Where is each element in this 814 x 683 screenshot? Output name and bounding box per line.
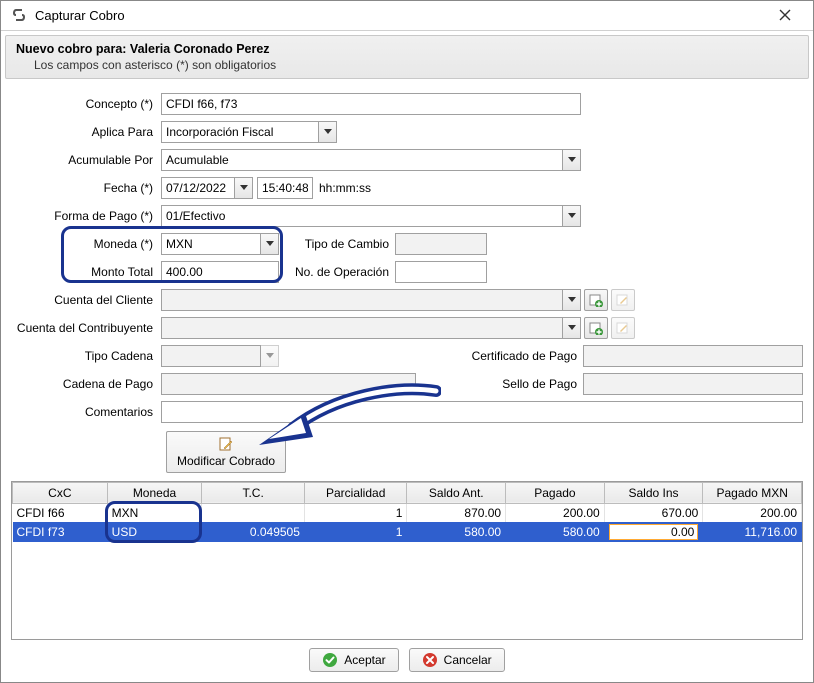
tipo-cambio-input	[395, 233, 487, 255]
tipo-cadena-value[interactable]	[161, 345, 261, 367]
col-moneda[interactable]: Moneda	[107, 482, 202, 503]
hora-input[interactable]	[257, 177, 313, 199]
col-saldo-ins[interactable]: Saldo Ins	[604, 482, 703, 503]
col-cxc[interactable]: CxC	[13, 482, 108, 503]
col-pagado-mxn[interactable]: Pagado MXN	[703, 482, 802, 503]
header-subtitle: Los campos con asterisco (*) son obligat…	[34, 58, 798, 72]
table-row[interactable]: CFDI f66MXN1870.00200.00670.00200.00	[13, 503, 802, 522]
label-aplica-para: Aplica Para	[11, 125, 161, 139]
forma-pago-value[interactable]	[161, 205, 563, 227]
hora-hint: hh:mm:ss	[319, 181, 371, 195]
label-comentarios: Comentarios	[11, 405, 161, 419]
check-icon	[322, 652, 338, 668]
modificar-cobrado-label: Modificar Cobrado	[177, 454, 275, 468]
label-moneda: Moneda (*)	[11, 237, 161, 251]
aplica-para-value[interactable]	[161, 121, 319, 143]
label-cadena-pago: Cadena de Pago	[11, 377, 161, 391]
edit-doc-icon	[218, 436, 234, 452]
label-sello-pago: Sello de Pago	[502, 377, 577, 391]
fecha-picker[interactable]	[161, 177, 253, 199]
tipo-cadena-combo[interactable]	[161, 345, 279, 367]
modificar-cobrado-button[interactable]: Modificar Cobrado	[166, 431, 286, 473]
cuenta-cliente-edit-button	[611, 289, 635, 311]
label-concepto: Concepto (*)	[11, 97, 161, 111]
cancel-button[interactable]: Cancelar	[409, 648, 505, 672]
moneda-dropdown[interactable]	[261, 233, 279, 255]
label-certificado-pago: Certificado de Pago	[472, 349, 577, 363]
col-tc[interactable]: T.C.	[202, 482, 305, 503]
cadena-pago-input	[161, 373, 416, 395]
label-tipo-cambio: Tipo de Cambio	[289, 237, 389, 251]
no-operacion-input[interactable]	[395, 261, 487, 283]
col-pagado[interactable]: Pagado	[506, 482, 605, 503]
cuenta-cliente-add-button[interactable]	[584, 289, 608, 311]
cuenta-cliente-dropdown[interactable]	[563, 289, 581, 311]
aplica-para-combo[interactable]	[161, 121, 337, 143]
label-cuenta-cliente: Cuenta del Cliente	[11, 293, 161, 307]
acumulable-por-combo[interactable]	[161, 149, 581, 171]
label-forma-pago: Forma de Pago (*)	[11, 209, 161, 223]
accept-label: Aceptar	[344, 653, 385, 667]
acumulable-por-value[interactable]	[161, 149, 563, 171]
comentarios-input[interactable]	[161, 401, 803, 423]
acumulable-por-dropdown[interactable]	[563, 149, 581, 171]
fecha-dropdown[interactable]	[235, 177, 253, 199]
cuenta-cliente-value[interactable]	[161, 289, 563, 311]
label-tipo-cadena: Tipo Cadena	[11, 349, 161, 363]
table-header-row: CxC Moneda T.C. Parcialidad Saldo Ant. P…	[13, 482, 802, 503]
cuenta-contribuyente-value[interactable]	[161, 317, 563, 339]
header-panel: Nuevo cobro para: Valeria Coronado Perez…	[5, 35, 809, 79]
label-monto-total: Monto Total	[11, 265, 161, 279]
concepto-input[interactable]	[161, 93, 581, 115]
monto-total-input[interactable]	[161, 261, 279, 283]
cancel-label: Cancelar	[444, 653, 492, 667]
cuenta-contribuyente-dropdown[interactable]	[563, 317, 581, 339]
moneda-value[interactable]	[161, 233, 261, 255]
cuenta-cliente-combo[interactable]	[161, 289, 581, 311]
form-area: Concepto (*) Aplica Para Acumulable Por …	[1, 83, 813, 481]
app-icon	[11, 7, 27, 23]
header-title-prefix: Nuevo cobro para:	[16, 42, 130, 56]
col-parcialidad[interactable]: Parcialidad	[304, 482, 407, 503]
cuenta-contribuyente-add-button[interactable]	[584, 317, 608, 339]
dialog-footer: Aceptar Cancelar	[1, 640, 813, 682]
col-saldo-ant[interactable]: Saldo Ant.	[407, 482, 506, 503]
window-title: Capturar Cobro	[35, 8, 765, 23]
certificado-pago-input	[583, 345, 803, 367]
label-no-operacion: No. de Operación	[289, 265, 389, 279]
close-button[interactable]	[765, 3, 805, 27]
titlebar: Capturar Cobro	[1, 1, 813, 31]
table-row[interactable]: CFDI f73USD0.0495051580.00580.000.0011,7…	[13, 522, 802, 542]
sello-pago-input	[583, 373, 803, 395]
cuenta-contribuyente-combo[interactable]	[161, 317, 581, 339]
forma-pago-dropdown[interactable]	[563, 205, 581, 227]
cuenta-contribuyente-edit-button	[611, 317, 635, 339]
payments-table[interactable]: CxC Moneda T.C. Parcialidad Saldo Ant. P…	[11, 481, 803, 640]
forma-pago-combo[interactable]	[161, 205, 581, 227]
accept-button[interactable]: Aceptar	[309, 648, 398, 672]
header-customer-name: Valeria Coronado Perez	[130, 42, 270, 56]
label-acumulable-por: Acumulable Por	[11, 153, 161, 167]
label-cuenta-contribuyente: Cuenta del Contribuyente	[11, 321, 161, 335]
fecha-input[interactable]	[161, 177, 235, 199]
moneda-combo[interactable]	[161, 233, 279, 255]
x-icon	[422, 652, 438, 668]
label-fecha: Fecha (*)	[11, 181, 161, 195]
aplica-para-dropdown[interactable]	[319, 121, 337, 143]
tipo-cadena-dropdown[interactable]	[261, 345, 279, 367]
